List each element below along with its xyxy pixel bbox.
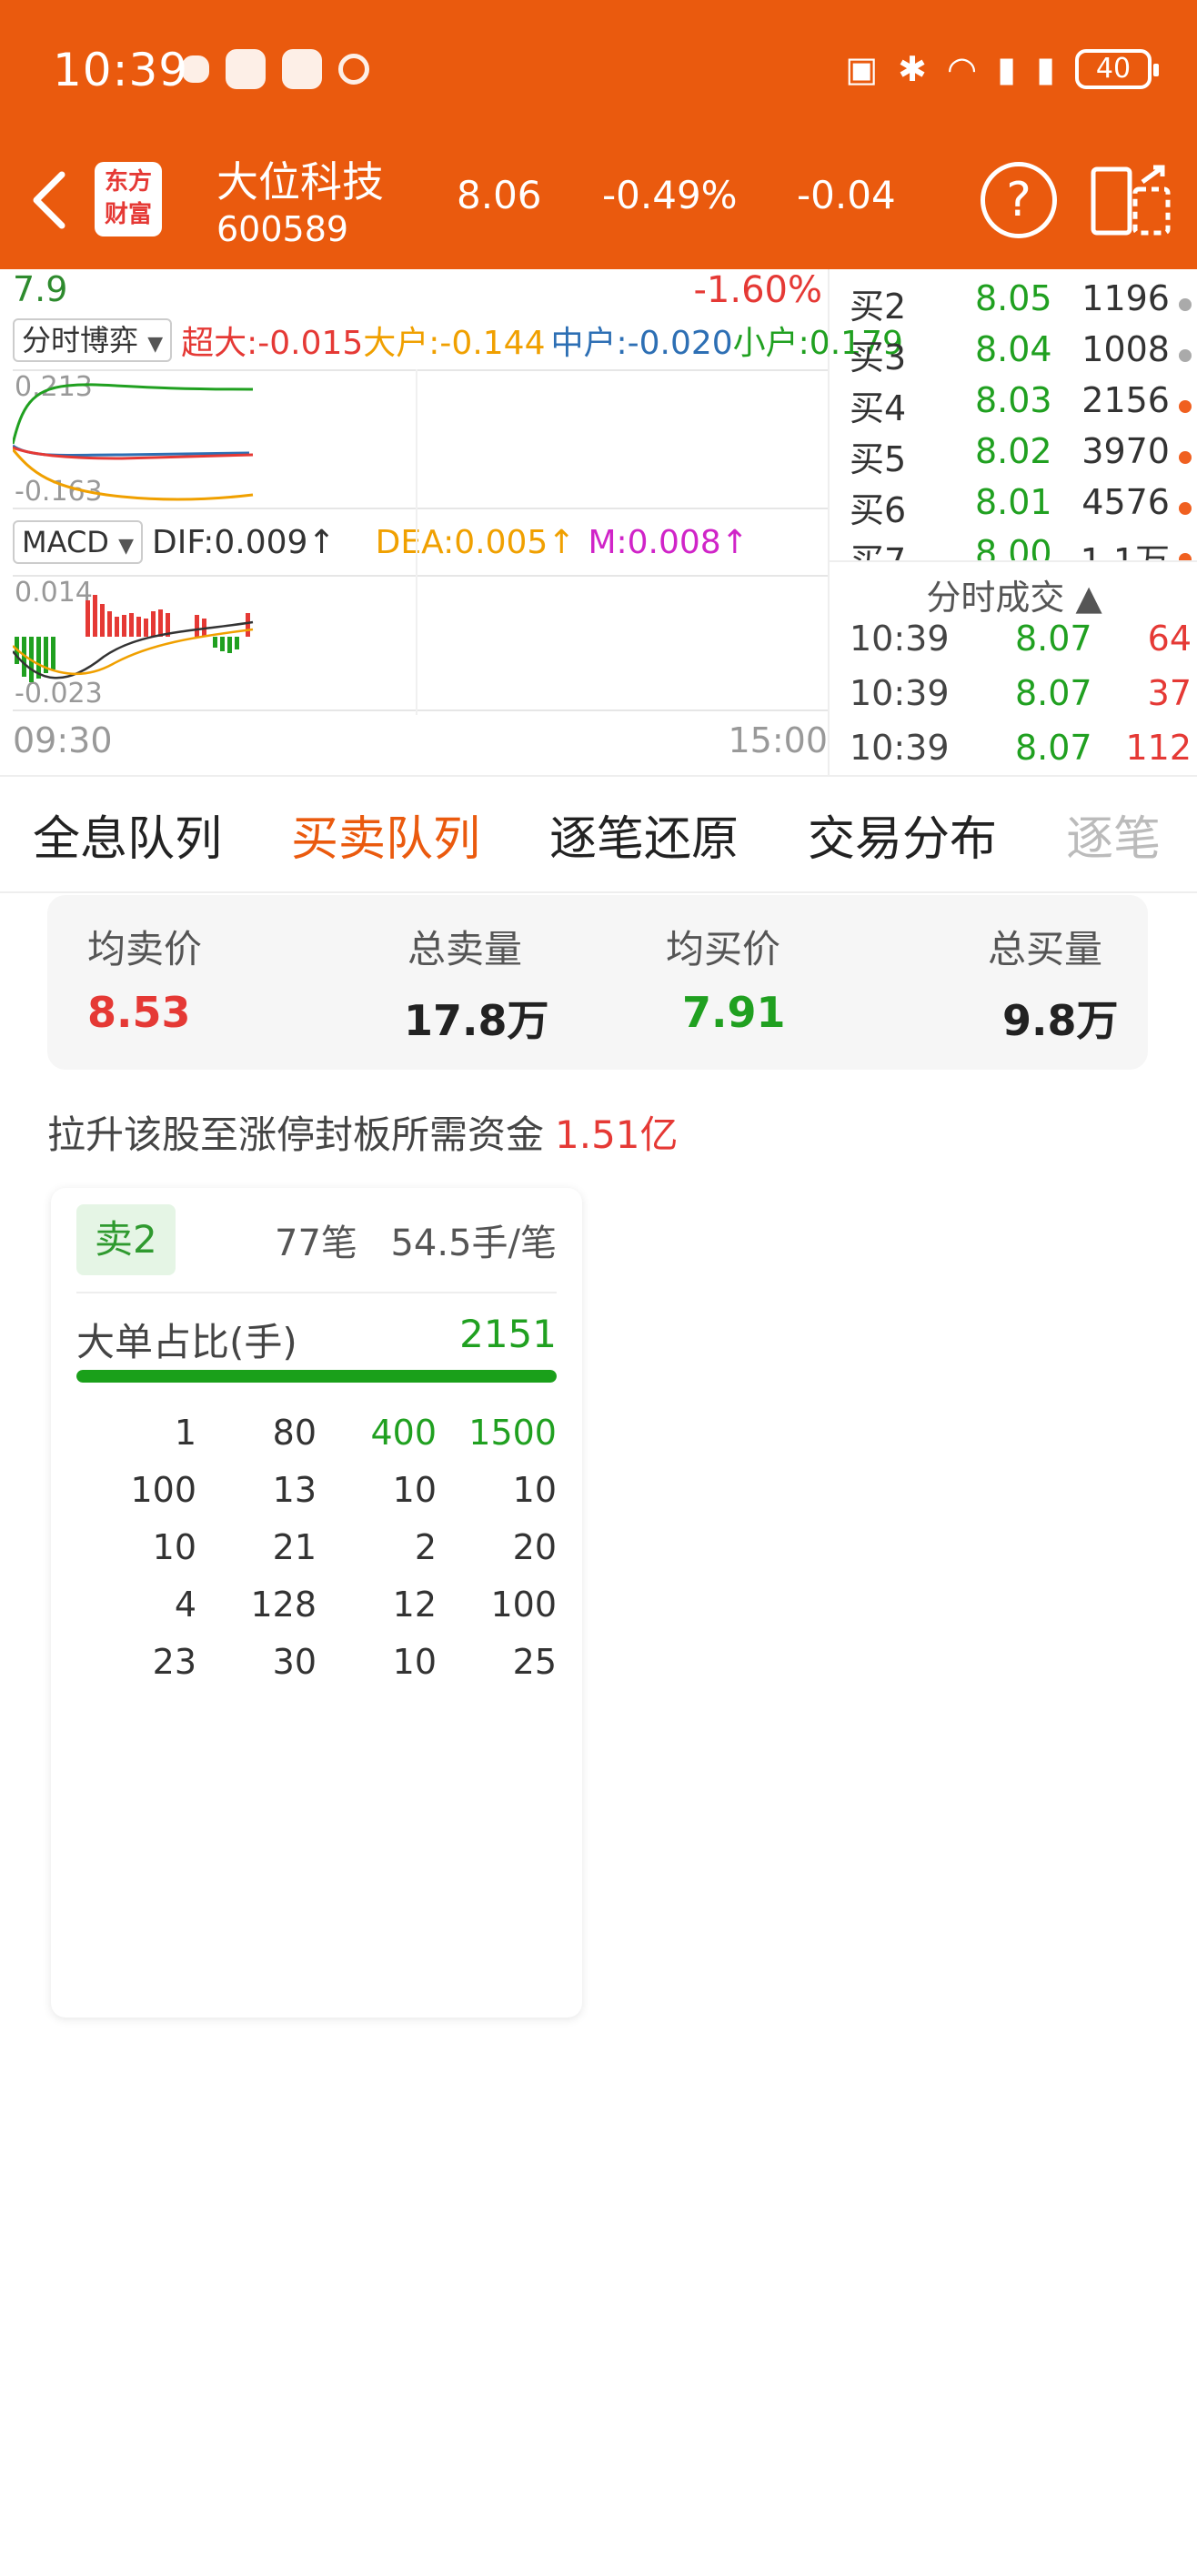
queue-row: 10 21 2 20 [152,1527,557,1567]
layout-switch-button[interactable] [1090,162,1172,240]
total-buy-value: 9.8万 [1002,996,1119,1045]
total-sell-label: 总卖量 [407,927,523,971]
notification-icons [182,49,369,89]
order-dot-icon [1179,298,1192,311]
macd-legend: MACD ▼ DIF:0.009↑ DEA:0.005↑ M:0.008↑ [0,517,828,568]
limit-up-value: 1.51亿 [555,1112,679,1157]
status-bar: 10:39 ▣ ✱ ◠ ▮ ▮ 40 [0,0,1197,136]
avg-buy-value: 7.91 [682,988,786,1037]
big-order-ratio-bar [76,1370,557,1383]
macd-dea: DEA:0.005↑ [375,523,576,561]
tab-tick-by-tick[interactable]: 逐笔 [1066,800,1161,869]
stock-header: 东方财富 大位科技 600589 8.06 -0.49% -0.04 ? [0,136,1197,269]
tab-tick-restore[interactable]: 逐笔还原 [549,800,739,869]
book-level: 买6 8.01 4576 [840,482,1195,533]
order-dot-icon [1179,451,1192,464]
book-level: 买3 8.04 1008 [840,329,1195,380]
signal-icon: ▮ [997,49,1017,89]
dropdown-icon: ▼ [118,535,135,558]
time-start: 09:30 [13,720,113,760]
order-count: 77笔 [275,1223,357,1264]
tab-full-queue[interactable]: 全息队列 [33,800,222,869]
avg-sell-label: 均卖价 [87,927,203,971]
fund-flow-legend: 分时博弈 ▼ 超大:-0.015 大户:-0.144 中户:-0.020 小户:… [0,315,903,366]
queue-row: 4 128 12 100 [174,1585,557,1625]
legend-super-large: 超大:-0.015 [181,325,364,362]
chart-low-value: 7.9 [13,269,68,309]
time-axis: 09:30 15:00 [13,720,828,760]
notification-icon [338,54,369,85]
sell-queue-grid: 1 80 400 1500 100 13 10 10 10 21 2 20 4 128 12 100 2… [76,1404,557,1705]
battery-icon: 40 [1075,49,1159,89]
book-level: 买5 8.02 3970 [840,431,1195,482]
ratio-fill [76,1370,557,1383]
fund-flow-panel: 0.213 -0.163 [13,369,828,509]
book-level: 买4 8.03 2156 [840,380,1195,431]
fund-flow-lines [13,383,254,501]
order-book[interactable]: 买2 8.05 1196 买3 8.04 1008 买4 8.03 2156 买5 8.02 3… [828,269,1197,775]
big-order-label: 大单占比(手) [76,1320,297,1364]
queue-row: 100 13 10 10 [130,1470,557,1510]
current-price: 8.06 [457,173,542,217]
order-dot-icon [1179,400,1192,413]
help-button[interactable]: ? [981,162,1057,238]
lots-per-order: 54.5手/笔 [390,1223,557,1264]
time-end: 15:00 [728,720,828,760]
back-arrow-icon [33,171,65,229]
split-screen-icon [1091,165,1171,236]
indicator-selector[interactable]: 分时博弈 ▼ [13,318,173,362]
macd-selector[interactable]: MACD ▼ [13,520,144,564]
wifi-icon: ◠ [946,49,978,89]
chart-low-percent: -1.60% [693,269,822,311]
change-amount: -0.04 [797,173,896,217]
queue-summary: 均卖价 8.53 总卖量 17.8万 均买价 7.91 总买量 9.8万 [47,895,1148,1070]
macd-panel: 0.014 -0.023 [13,575,828,711]
avg-buy-label: 均买价 [666,927,781,971]
book-level: 买78.001.1万 [840,533,1195,560]
clock: 10:39 [53,44,189,96]
total-sell-value: 17.8万 [404,996,549,1045]
big-order-value: 2151 [459,1312,557,1356]
intraday-chart[interactable]: 7.9 -1.60% 分时博弈 ▼ 超大:-0.015 大户:-0.144 中户… [0,269,903,775]
divider [76,1292,557,1293]
nfc-icon: ▣ [845,49,879,89]
change-percent: -0.49% [602,173,738,217]
chart-divider [416,369,417,715]
macd-bars [13,595,254,682]
legend-large: 大户:-0.144 [363,325,546,362]
order-dot-icon [1179,553,1192,560]
macd-dif: DIF:0.009↑ [152,523,336,561]
queue-row: 1 80 400 1500 [174,1413,557,1453]
stock-name: 大位科技 [216,157,384,206]
order-dot-icon [1179,349,1192,362]
total-buy-label: 总买量 [988,927,1103,971]
legend-medium: 中户:-0.020 [550,325,733,362]
app-logo: 东方财富 [95,162,162,236]
tab-buy-sell-queue[interactable]: 买卖队列 [291,800,480,869]
notification-icon [282,49,322,89]
signal-icon: ▮ [1036,49,1055,89]
macd-m: M:0.008↑ [588,523,749,561]
limit-up-capital: 拉升该股至涨停封板所需资金 1.51亿 [47,1112,679,1157]
ticks-header[interactable]: 分时成交 ▲ [830,560,1197,619]
tab-trade-distribution[interactable]: 交易分布 [808,800,997,869]
bluetooth-icon: ✱ [898,49,927,89]
avg-sell-value: 8.53 [87,988,191,1037]
book-level: 买2 8.05 1196 [840,278,1195,329]
collapse-icon: ▲ [1075,578,1102,618]
system-icons: ▣ ✱ ◠ ▮ ▮ 40 [845,49,1159,89]
queue-tabs: 全息队列 买卖队列 逐笔还原 交易分布 逐笔 [0,775,1197,893]
notification-icon [182,55,209,83]
stock-code: 600589 [216,209,349,249]
sell-queue-card[interactable]: 卖2 77笔 54.5手/笔 大单占比(手) 2151 1 80 400 1500 1… [51,1188,582,2018]
queue-level-tag: 卖2 [76,1204,176,1275]
back-button[interactable] [22,164,86,236]
order-dot-icon [1179,502,1192,515]
queue-row: 23 30 10 25 [152,1642,557,1682]
notification-icon [226,49,266,89]
dropdown-icon: ▼ [147,333,164,356]
